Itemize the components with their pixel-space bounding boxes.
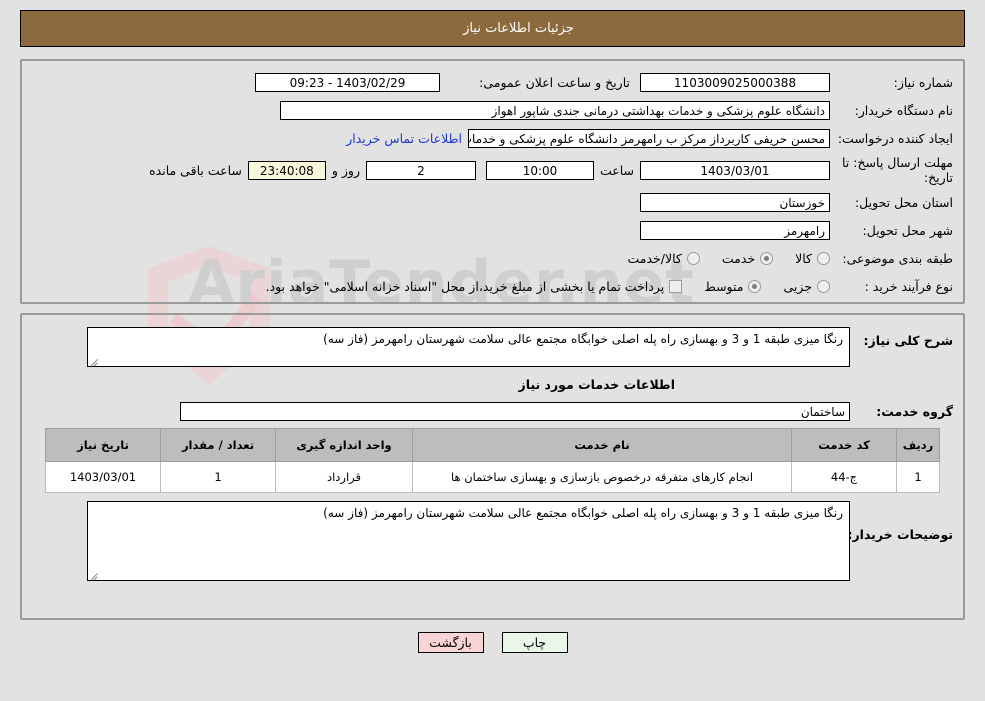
- radio-motevaset-icon[interactable]: [748, 279, 762, 293]
- deadline-date-value: 1403/03/01: [640, 160, 830, 180]
- radio-category-kala-khedmat[interactable]: کالا/خدمت: [627, 250, 700, 266]
- summary-textarea[interactable]: رنگا میزی طبقه 1 و 3 و بهسازی راه پله اص…: [87, 327, 850, 367]
- row-category: طبقه بندی موضوعی: کالا خدمت کالا/خدمت: [32, 247, 953, 269]
- row-city: شهر محل تحویل: رامهرمز: [32, 219, 953, 241]
- buyer-notes-label: توضیحات خریدار:: [847, 527, 953, 542]
- category-label: طبقه بندی موضوعی:: [842, 250, 953, 266]
- city-value: رامهرمز: [640, 220, 830, 240]
- row-requester: ایجاد کننده درخواست: محسن حریفی کاربرداز…: [32, 127, 953, 149]
- row-buyer-org: نام دستگاه خریدار: دانشگاه علوم پزشکی و …: [32, 99, 953, 121]
- radio-kala-khedmat-label: کالا/خدمت: [627, 250, 682, 266]
- radio-jozee-icon[interactable]: [817, 279, 830, 293]
- radio-jozee-label: جزیی: [783, 278, 812, 294]
- remaining-days-value: 2: [365, 160, 476, 180]
- radio-category-khedmat[interactable]: خدمت: [721, 250, 774, 266]
- need-information-panel: شماره نیاز: 1103009025000388 تاریخ و ساع…: [20, 59, 965, 304]
- row-purchase-type: نوع فرآیند خرید : جزیی متوسط پرداخت تمام…: [32, 275, 953, 297]
- treasury-checkbox-icon[interactable]: [669, 279, 683, 293]
- cell-quantity: 1: [160, 461, 276, 493]
- remaining-time-value: 23:40:08: [247, 160, 326, 180]
- back-button[interactable]: بازگشت: [417, 632, 484, 653]
- purchase-type-label: نوع فرآیند خرید :: [864, 278, 953, 294]
- province-label: استان محل تحویل:: [854, 194, 953, 210]
- need-number-label: شماره نیاز:: [893, 74, 953, 90]
- requester-value: محسن حریفی کاربرداز مرکز ب رامهرمز دانشگ…: [468, 128, 830, 148]
- checkbox-treasury-documents[interactable]: پرداخت تمام یا بخشی از مبلغ خرید،از محل …: [266, 279, 683, 294]
- radio-khedmat-label: خدمت: [721, 250, 756, 266]
- remaining-days-label: روز و: [331, 162, 360, 178]
- requester-label: ایجاد کننده درخواست:: [837, 130, 953, 146]
- cell-need-date: 1403/03/01: [45, 461, 161, 493]
- service-group-label: گروه خدمت:: [876, 403, 953, 419]
- row-service-group: گروه خدمت: ساختمان: [32, 400, 953, 422]
- cell-unit: قرارداد: [275, 461, 413, 493]
- buyer-org-value: دانشگاه علوم پزشکی و خدمات بهداشتی درمان…: [280, 100, 830, 120]
- need-detail-panel: شرح کلی نیاز: رنگا میزی طبقه 1 و 3 و بهس…: [20, 313, 965, 620]
- buyer-org-label: نام دستگاه خریدار:: [854, 102, 953, 118]
- radio-category-kala[interactable]: کالا: [795, 251, 830, 266]
- cell-code: ج-44: [791, 461, 897, 493]
- row-province: استان محل تحویل: خوزستان: [32, 191, 953, 213]
- need-number-value: 1103009025000388: [640, 72, 830, 92]
- province-value: خوزستان: [640, 192, 830, 212]
- radio-motevaset-label: متوسط: [704, 278, 744, 294]
- deadline-label: مهلت ارسال پاسخ: تا تاریخ:: [842, 155, 953, 185]
- radio-purchase-jozee[interactable]: جزیی: [783, 279, 830, 294]
- row-deadline: مهلت ارسال پاسخ: تا تاریخ: 1403/03/01 سا…: [32, 155, 953, 185]
- city-label: شهر محل تحویل:: [862, 222, 953, 238]
- radio-khedmat-icon[interactable]: [760, 251, 774, 265]
- col-radif: ردیف: [896, 428, 940, 462]
- radio-purchase-motevaset[interactable]: متوسط: [704, 278, 762, 294]
- service-group-value: ساختمان: [180, 401, 850, 421]
- cell-name: انجام کارهای متفرقه درخصوص بازسازی و بهس…: [412, 461, 792, 493]
- radio-kala-icon[interactable]: [817, 251, 830, 265]
- radio-kala-label: کالا: [795, 250, 812, 266]
- services-section-title: اطلاعات خدمات مورد نیاز: [518, 377, 676, 392]
- table-row[interactable]: 1 ج-44 انجام کارهای متفرقه درخصوص بازساز…: [45, 461, 940, 493]
- print-button[interactable]: چاپ: [501, 632, 568, 653]
- cell-radif: 1: [896, 461, 940, 493]
- deadline-hour-value: 10:00: [485, 160, 594, 180]
- page-title-bar: جزئیات اطلاعات نیاز: [20, 10, 965, 47]
- row-summary: شرح کلی نیاز: رنگا میزی طبقه 1 و 3 و بهس…: [32, 327, 953, 367]
- col-code: کد خدمت: [791, 428, 897, 462]
- col-need-date: تاریخ نیاز: [45, 428, 161, 462]
- resize-grip-icon-notes[interactable]: [90, 569, 100, 579]
- footer-button-bar: چاپ بازگشت: [0, 632, 985, 653]
- summary-label: شرح کلی نیاز:: [863, 333, 953, 348]
- buyer-notes-textarea[interactable]: رنگا میزی طبقه 1 و 3 و بهسازی راه پله اص…: [87, 501, 850, 581]
- treasury-note-label: پرداخت تمام یا بخشی از مبلغ خرید،از محل …: [265, 278, 665, 294]
- col-name: نام خدمت: [412, 428, 792, 462]
- col-quantity: تعداد / مقدار: [160, 428, 276, 462]
- buyer-notes-text: رنگا میزی طبقه 1 و 3 و بهسازی راه پله اص…: [323, 506, 843, 520]
- remaining-time-label: ساعت باقی مانده: [149, 162, 242, 178]
- services-table: ردیف کد خدمت نام خدمت واحد اندازه گیری ت…: [45, 428, 940, 493]
- resize-grip-icon[interactable]: [90, 355, 100, 365]
- page-title: جزئیات اطلاعات نیاز: [463, 21, 574, 36]
- buyer-contact-link[interactable]: اطلاعات تماس خریدار: [340, 131, 468, 146]
- row-need-number: شماره نیاز: 1103009025000388 تاریخ و ساع…: [32, 71, 953, 93]
- deadline-hour-label: ساعت: [599, 162, 634, 178]
- radio-kala-khedmat-icon[interactable]: [686, 251, 700, 265]
- table-header-row: ردیف کد خدمت نام خدمت واحد اندازه گیری ت…: [45, 428, 940, 462]
- announce-datetime-value: 09:23 - 1403/02/29: [255, 72, 440, 92]
- row-buyer-notes: توضیحات خریدار: رنگا میزی طبقه 1 و 3 و ب…: [32, 501, 953, 581]
- summary-text: رنگا میزی طبقه 1 و 3 و بهسازی راه پله اص…: [323, 332, 843, 346]
- announce-datetime-label: تاریخ و ساعت اعلان عمومی:: [479, 74, 630, 90]
- col-unit: واحد اندازه گیری: [275, 428, 413, 462]
